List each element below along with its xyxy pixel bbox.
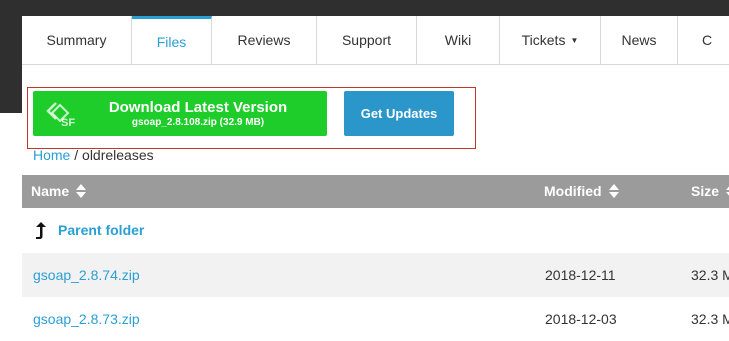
- parent-folder-row[interactable]: Parent folder: [22, 208, 729, 253]
- tab-news-label: News: [621, 32, 657, 48]
- sort-icon: [726, 186, 729, 196]
- tab-reviews[interactable]: Reviews: [212, 16, 317, 64]
- sort-icon: [608, 184, 619, 198]
- file-modified: 2018-12-11: [545, 267, 616, 283]
- tab-support[interactable]: Support: [317, 16, 417, 64]
- breadcrumb-separator: /: [74, 147, 79, 163]
- file-name-link[interactable]: gsoap_2.8.73.zip: [33, 311, 140, 327]
- level-up-arrow-icon: [36, 222, 46, 239]
- breadcrumb: Home / oldreleases: [33, 147, 154, 163]
- tab-tickets[interactable]: Tickets ▼: [500, 16, 601, 64]
- table-row: gsoap_2.8.74.zip 2018-12-11 32.3 M: [22, 253, 729, 297]
- svg-text:SF: SF: [61, 117, 75, 129]
- breadcrumb-current: oldreleases: [82, 147, 154, 163]
- tab-summary-label: Summary: [46, 32, 107, 48]
- download-title: Download Latest Version: [108, 99, 288, 116]
- tab-wiki-label: Wiki: [444, 32, 472, 48]
- file-size: 32.3 M: [691, 311, 729, 327]
- tab-summary[interactable]: Summary: [22, 16, 132, 64]
- breadcrumb-home-link[interactable]: Home: [33, 147, 70, 163]
- download-latest-button[interactable]: SF Download Latest Version gsoap_2.8.108…: [33, 91, 327, 136]
- tab-wiki[interactable]: Wiki: [417, 16, 500, 64]
- left-dark-strip: [0, 0, 22, 113]
- file-name-link[interactable]: gsoap_2.8.74.zip: [33, 267, 140, 283]
- tab-code[interactable]: C: [678, 16, 729, 64]
- sort-icon: [76, 184, 87, 198]
- table-row: gsoap_2.8.73.zip 2018-12-03 32.3 M: [22, 297, 729, 341]
- download-file: gsoap_2.8.108.zip (32.9 MB): [131, 117, 265, 128]
- site-header-bar: [0, 0, 729, 16]
- column-modified-label: Modified: [544, 183, 602, 199]
- column-modified-header[interactable]: Modified: [544, 183, 620, 199]
- file-size: 32.3 M: [691, 267, 729, 283]
- tab-files[interactable]: Files: [132, 16, 212, 64]
- project-tabs: Summary Files Reviews Support Wiki Ticke…: [22, 16, 729, 65]
- caret-down-icon: ▼: [570, 35, 579, 45]
- tab-reviews-label: Reviews: [237, 32, 291, 48]
- column-size-label: Size: [691, 183, 720, 199]
- tab-support-label: Support: [341, 32, 392, 48]
- column-size-header[interactable]: Size: [691, 183, 729, 199]
- parent-folder-link[interactable]: Parent folder: [58, 222, 144, 238]
- tab-tickets-label: Tickets: [521, 32, 566, 48]
- tab-news[interactable]: News: [601, 16, 678, 64]
- sourceforge-logo-icon: SF: [46, 102, 75, 129]
- get-updates-button[interactable]: Get Updates: [344, 91, 454, 136]
- tab-code-label: C: [702, 32, 713, 48]
- column-name-header[interactable]: Name: [31, 183, 87, 199]
- column-name-label: Name: [31, 183, 70, 199]
- files-table-header: Name Modified Size: [22, 175, 729, 208]
- file-modified: 2018-12-03: [545, 311, 617, 327]
- tab-files-label: Files: [156, 33, 187, 50]
